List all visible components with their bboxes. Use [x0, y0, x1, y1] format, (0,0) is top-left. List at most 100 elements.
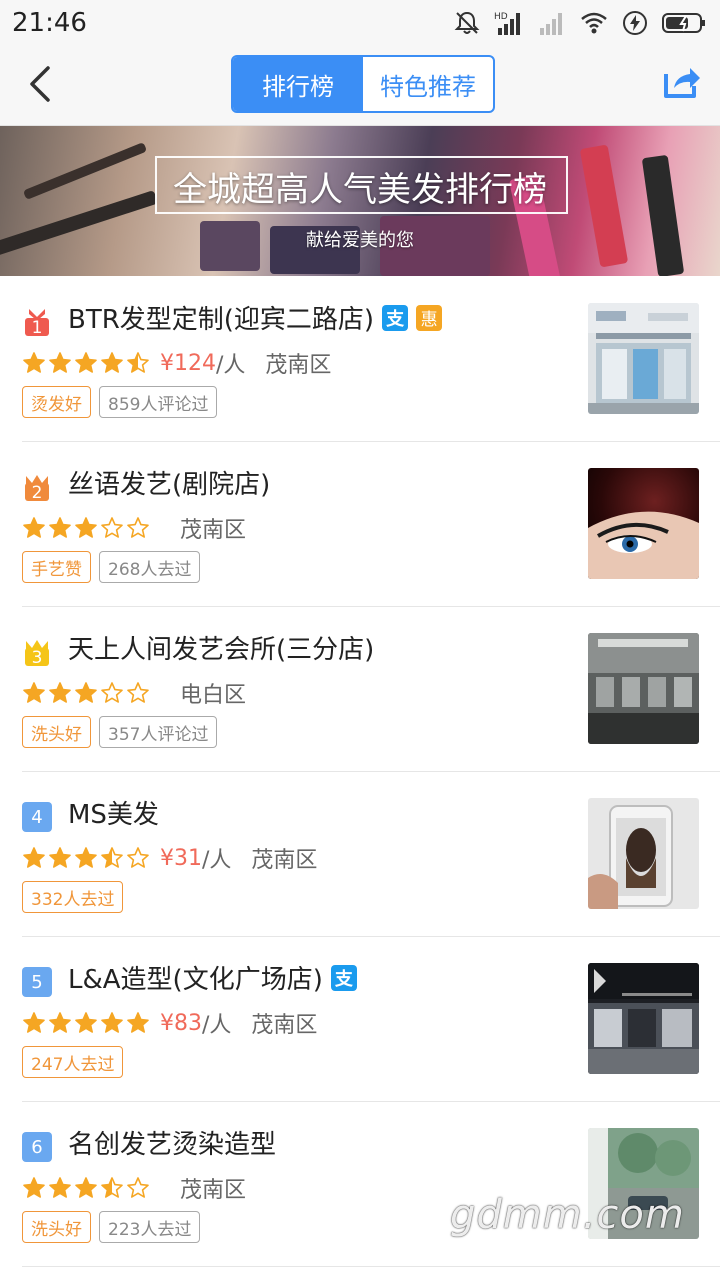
star-full-icon — [49, 352, 71, 373]
wifi-icon — [581, 12, 607, 34]
tab-ranking[interactable]: 排行榜 — [233, 57, 363, 111]
star-full-icon — [23, 352, 45, 373]
ranking-list: 1 BTR发型定制(迎宾二路店) 支 惠 ¥124 /人 茂南区 烫发好 859… — [0, 277, 720, 1267]
list-item[interactable]: 6 名创发艺烫染造型 茂南区 洗头好 223人去过 — [0, 1102, 720, 1267]
rating-stars — [22, 1011, 150, 1035]
tab-featured[interactable]: 特色推荐 — [363, 57, 493, 111]
star-full-icon — [101, 1012, 123, 1033]
price: ¥83 — [160, 1010, 202, 1036]
tag-list: 247人去过 — [22, 1046, 124, 1078]
star-full-icon — [49, 682, 71, 703]
tag: 247人去过 — [22, 1046, 124, 1078]
rank-1-medal-icon: 1 — [25, 309, 49, 337]
star-full-icon — [75, 1012, 97, 1033]
tag: 洗头好 — [22, 716, 91, 748]
price: ¥31 — [160, 845, 202, 871]
charging-bolt-icon — [623, 11, 647, 35]
shop-name: 名创发艺烫染造型 — [68, 1130, 277, 1160]
shop-thumbnail — [588, 798, 699, 909]
star-full-icon — [23, 1177, 45, 1198]
segmented-control: 排行榜 特色推荐 — [231, 55, 495, 113]
star-half-icon — [101, 847, 123, 868]
star-empty-icon — [127, 847, 149, 868]
star-full-icon — [23, 1012, 45, 1033]
banner-title: 全城超高人气美发排行榜 — [173, 170, 547, 210]
signal-weak-icon — [540, 13, 562, 35]
star-full-icon — [49, 847, 71, 868]
star-full-icon — [49, 517, 71, 538]
price-unit: /人 — [216, 353, 246, 378]
star-empty-icon — [101, 517, 123, 538]
star-full-icon — [23, 847, 45, 868]
star-half-icon — [101, 1177, 123, 1198]
tag: 洗头好 — [22, 1211, 91, 1243]
banner[interactable]: 全城超高人气美发排行榜 献给爱美的您 — [0, 126, 720, 276]
alipay-icon: 支 — [382, 304, 409, 331]
tag: 332人去过 — [22, 881, 124, 913]
signal-hd-icon: HD — [494, 12, 520, 35]
list-item[interactable]: 2 丝语发艺(剧院店) 茂南区 手艺赞 268人去过 — [0, 442, 720, 607]
svg-text:3: 3 — [32, 648, 43, 667]
list-item[interactable]: 3 天上人间发艺会所(三分店) 电白区 洗头好 357人评论过 — [0, 607, 720, 772]
tag: 手艺赞 — [22, 551, 91, 583]
list-item[interactable]: 1 BTR发型定制(迎宾二路店) 支 惠 ¥124 /人 茂南区 烫发好 859… — [0, 277, 720, 442]
star-full-icon — [127, 1012, 149, 1033]
shop-name: 丝语发艺(剧院店) — [68, 470, 271, 500]
star-half-icon — [127, 352, 149, 373]
share-icon — [664, 68, 700, 98]
tag-list: 洗头好 223人去过 — [22, 1211, 201, 1243]
status-time: 21:46 — [12, 8, 87, 38]
star-full-icon — [75, 1177, 97, 1198]
rank-badge: 6 — [22, 1132, 52, 1162]
star-full-icon — [75, 517, 97, 538]
district: 茂南区 — [265, 353, 332, 378]
list-item[interactable]: 5 L&A造型(文化广场店) 支 ¥83 /人 茂南区 247人去过 — [0, 937, 720, 1102]
star-empty-icon — [101, 682, 123, 703]
tag-list: 洗头好 357人评论过 — [22, 716, 218, 748]
shop-name: MS美发 — [68, 800, 159, 830]
star-full-icon — [23, 517, 45, 538]
district: 茂南区 — [251, 1013, 318, 1038]
star-full-icon — [75, 682, 97, 703]
status-icons: HD — [454, 8, 706, 38]
rating-stars — [22, 1176, 150, 1200]
district: 茂南区 — [251, 848, 318, 873]
star-empty-icon — [127, 517, 149, 538]
star-full-icon — [23, 682, 45, 703]
tag: 268人去过 — [99, 551, 201, 583]
tag: 烫发好 — [22, 386, 91, 418]
tag-list: 烫发好 859人评论过 — [22, 386, 218, 418]
tag: 357人评论过 — [99, 716, 218, 748]
rank-2-medal-icon: 2 — [25, 475, 49, 502]
share-button[interactable] — [662, 62, 702, 102]
shop-thumbnail — [588, 633, 699, 744]
svg-text:2: 2 — [32, 483, 43, 502]
star-full-icon — [75, 352, 97, 373]
rating-stars — [22, 681, 150, 705]
price-unit: /人 — [202, 1013, 232, 1038]
price: ¥124 — [160, 350, 216, 376]
back-button[interactable] — [20, 62, 64, 106]
svg-text:HD: HD — [494, 12, 508, 22]
watermark-text: gdmm.com — [450, 1192, 685, 1238]
district: 茂南区 — [180, 518, 247, 543]
tag: 223人去过 — [99, 1211, 201, 1243]
star-full-icon — [49, 1177, 71, 1198]
star-full-icon — [101, 352, 123, 373]
district: 电白区 — [180, 683, 247, 708]
star-full-icon — [75, 847, 97, 868]
tag-list: 332人去过 — [22, 881, 124, 913]
banner-subtitle: 献给爱美的您 — [306, 230, 414, 251]
tag: 859人评论过 — [99, 386, 218, 418]
rank-badge: 4 — [22, 802, 52, 832]
rating-stars — [22, 846, 150, 870]
star-empty-icon — [127, 1177, 149, 1198]
shop-thumbnail — [588, 468, 699, 579]
svg-text:1: 1 — [32, 318, 43, 337]
chevron-left-icon — [30, 66, 50, 102]
star-empty-icon — [127, 682, 149, 703]
shop-thumbnail — [588, 303, 699, 414]
list-item[interactable]: 4 MS美发 ¥31 /人 茂南区 332人去过 — [0, 772, 720, 937]
shop-name: L&A造型(文化广场店) — [68, 965, 323, 995]
rank-badge: 5 — [22, 967, 52, 997]
